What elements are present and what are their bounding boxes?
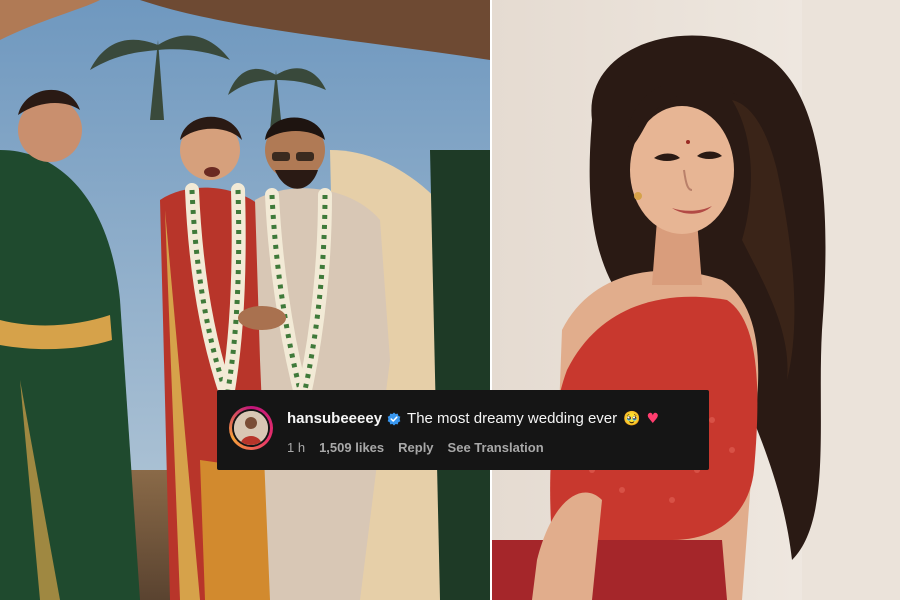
comment-reply-button[interactable]: Reply (398, 440, 433, 455)
comment-line: hansubeeeey The most dreamy wedding ever… (287, 410, 659, 427)
instagram-comment-card: hansubeeeey The most dreamy wedding ever… (217, 390, 709, 470)
avatar-photo (234, 411, 268, 445)
comment-username[interactable]: hansubeeeey (287, 410, 382, 427)
commenter-avatar[interactable] (229, 406, 273, 450)
comment-meta: 1 h 1,509 likes Reply See Translation (287, 440, 544, 455)
comment-time: 1 h (287, 440, 306, 455)
comment-text: The most dreamy wedding ever (407, 410, 618, 427)
portrait-photo-illustration (492, 0, 900, 600)
wedding-photo (0, 0, 490, 600)
see-translation-link[interactable]: See Translation (448, 440, 544, 455)
wedding-photo-illustration (0, 0, 490, 600)
pink-heart-emoji-icon: ♥ (646, 410, 660, 427)
portrait-photo (492, 0, 900, 600)
verified-badge-icon (387, 412, 401, 426)
teary-face-emoji-icon: 🥹 (623, 410, 641, 427)
comment-likes[interactable]: 1,509 likes (319, 440, 384, 455)
